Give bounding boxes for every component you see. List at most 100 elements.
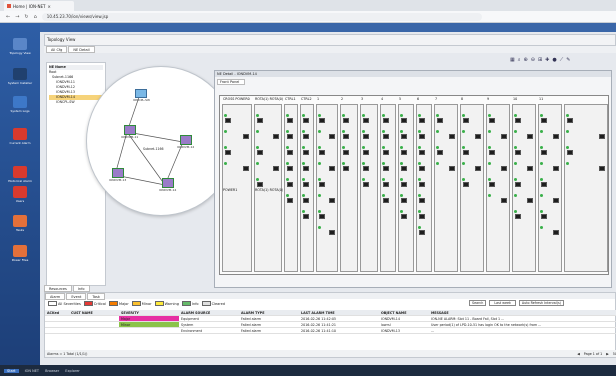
- port[interactable]: [225, 150, 231, 155]
- severity-filter[interactable]: Cleared: [201, 301, 225, 306]
- sidebar-item-power-files[interactable]: Power Files: [4, 245, 36, 262]
- port[interactable]: [363, 150, 369, 155]
- port[interactable]: [553, 134, 559, 139]
- forward-icon[interactable]: →: [15, 14, 19, 20]
- port[interactable]: [527, 134, 533, 139]
- port[interactable]: [475, 166, 481, 171]
- port[interactable]: [419, 214, 425, 219]
- zoom-out-icon[interactable]: ⊖: [531, 57, 535, 63]
- port[interactable]: [449, 166, 455, 171]
- tab-resources[interactable]: Resources: [44, 285, 72, 292]
- port[interactable]: [515, 214, 521, 219]
- port[interactable]: [419, 150, 425, 155]
- port[interactable]: [363, 118, 369, 123]
- port[interactable]: [319, 118, 325, 123]
- link-icon[interactable]: ⟋: [560, 57, 564, 63]
- port[interactable]: [319, 182, 325, 187]
- column-header[interactable]: CUST NAME: [69, 310, 119, 315]
- back-icon[interactable]: ←: [6, 14, 10, 20]
- port[interactable]: [287, 150, 293, 155]
- topology-node-iondvm-14[interactable]: IONDVM-14: [159, 178, 176, 192]
- port[interactable]: [515, 150, 521, 155]
- port[interactable]: [419, 134, 425, 139]
- taskbar-item[interactable]: Browser: [45, 369, 59, 373]
- topology-node-iondvm-13[interactable]: IONDVM-13: [109, 168, 126, 182]
- search-icon[interactable]: ⌕: [518, 57, 521, 63]
- severity-filter[interactable]: Major: [109, 301, 129, 306]
- port[interactable]: [419, 182, 425, 187]
- column-header[interactable]: ACKed: [45, 310, 69, 315]
- port[interactable]: [515, 118, 521, 123]
- topology-node-iondvm-11[interactable]: IONDVM-11: [121, 125, 138, 139]
- reload-icon[interactable]: ↻: [24, 14, 28, 20]
- port[interactable]: [527, 198, 533, 203]
- severity-filter[interactable]: Minor: [131, 301, 152, 306]
- port[interactable]: [419, 198, 425, 203]
- port[interactable]: [437, 150, 443, 155]
- port[interactable]: [287, 134, 293, 139]
- port[interactable]: [541, 118, 547, 123]
- column-header[interactable]: LAST ALARM TIME: [299, 310, 379, 315]
- sidebar-item-users[interactable]: Users: [4, 186, 36, 203]
- auto-refresh-select[interactable]: Auto Refresh Interval(s): [518, 300, 565, 306]
- port[interactable]: [463, 182, 469, 187]
- column-header[interactable]: OBJECT NAME: [379, 310, 429, 315]
- port[interactable]: [243, 166, 249, 171]
- port[interactable]: [501, 134, 507, 139]
- port[interactable]: [319, 150, 325, 155]
- port[interactable]: [419, 230, 425, 235]
- severity-filter[interactable]: All Severities: [48, 301, 81, 306]
- severity-filter[interactable]: Info: [181, 301, 199, 306]
- edit-icon[interactable]: ✎: [566, 57, 570, 63]
- sidebar-item-system-installer[interactable]: System Installer: [4, 68, 36, 85]
- column-header[interactable]: ALARM TYPE: [239, 310, 299, 315]
- port[interactable]: [363, 182, 369, 187]
- node-icon[interactable]: ●: [552, 57, 556, 63]
- port[interactable]: [419, 166, 425, 171]
- search-button[interactable]: Search: [469, 300, 487, 306]
- port[interactable]: [501, 166, 507, 171]
- port[interactable]: [287, 166, 293, 171]
- prev-page-icon[interactable]: ◀: [577, 352, 580, 356]
- severity-filter[interactable]: Critical: [83, 301, 106, 306]
- port[interactable]: [599, 166, 605, 171]
- port[interactable]: [501, 198, 507, 203]
- taskbar-item[interactable]: Explorer: [65, 369, 80, 373]
- column-header[interactable]: SEVERITY: [119, 310, 179, 315]
- port[interactable]: [401, 182, 407, 187]
- port[interactable]: [303, 214, 309, 219]
- tab-close-icon[interactable]: ×: [47, 4, 50, 9]
- port[interactable]: [287, 182, 293, 187]
- port[interactable]: [329, 134, 335, 139]
- add-icon[interactable]: ✚: [545, 57, 549, 63]
- port[interactable]: [489, 150, 495, 155]
- port[interactable]: [243, 134, 249, 139]
- browser-tab[interactable]: Home | ION-NET ×: [4, 1, 74, 11]
- tab-all-cfg[interactable]: All Cfg: [46, 46, 68, 53]
- port[interactable]: [257, 118, 263, 123]
- port[interactable]: [303, 166, 309, 171]
- port[interactable]: [303, 150, 309, 155]
- port[interactable]: [463, 150, 469, 155]
- sidebar-item-tasks[interactable]: Tasks: [4, 215, 36, 232]
- port[interactable]: [401, 134, 407, 139]
- port[interactable]: [329, 166, 335, 171]
- port[interactable]: [383, 150, 389, 155]
- port[interactable]: [329, 230, 335, 235]
- port[interactable]: [541, 182, 547, 187]
- start-button[interactable]: Start: [4, 368, 19, 373]
- port[interactable]: [303, 198, 309, 203]
- port[interactable]: [437, 118, 443, 123]
- tab-event[interactable]: Event: [66, 293, 87, 300]
- port[interactable]: [401, 214, 407, 219]
- taskbar-item[interactable]: ION NET: [25, 369, 40, 373]
- port[interactable]: [303, 118, 309, 123]
- topology-node-ioncpl-sw[interactable]: IONCPL-SW: [133, 89, 150, 102]
- port[interactable]: [257, 182, 263, 187]
- port[interactable]: [225, 118, 231, 123]
- port[interactable]: [489, 182, 495, 187]
- tab-ne-detail[interactable]: NE Detail: [68, 46, 95, 53]
- port[interactable]: [303, 134, 309, 139]
- port[interactable]: [329, 198, 335, 203]
- port[interactable]: [383, 134, 389, 139]
